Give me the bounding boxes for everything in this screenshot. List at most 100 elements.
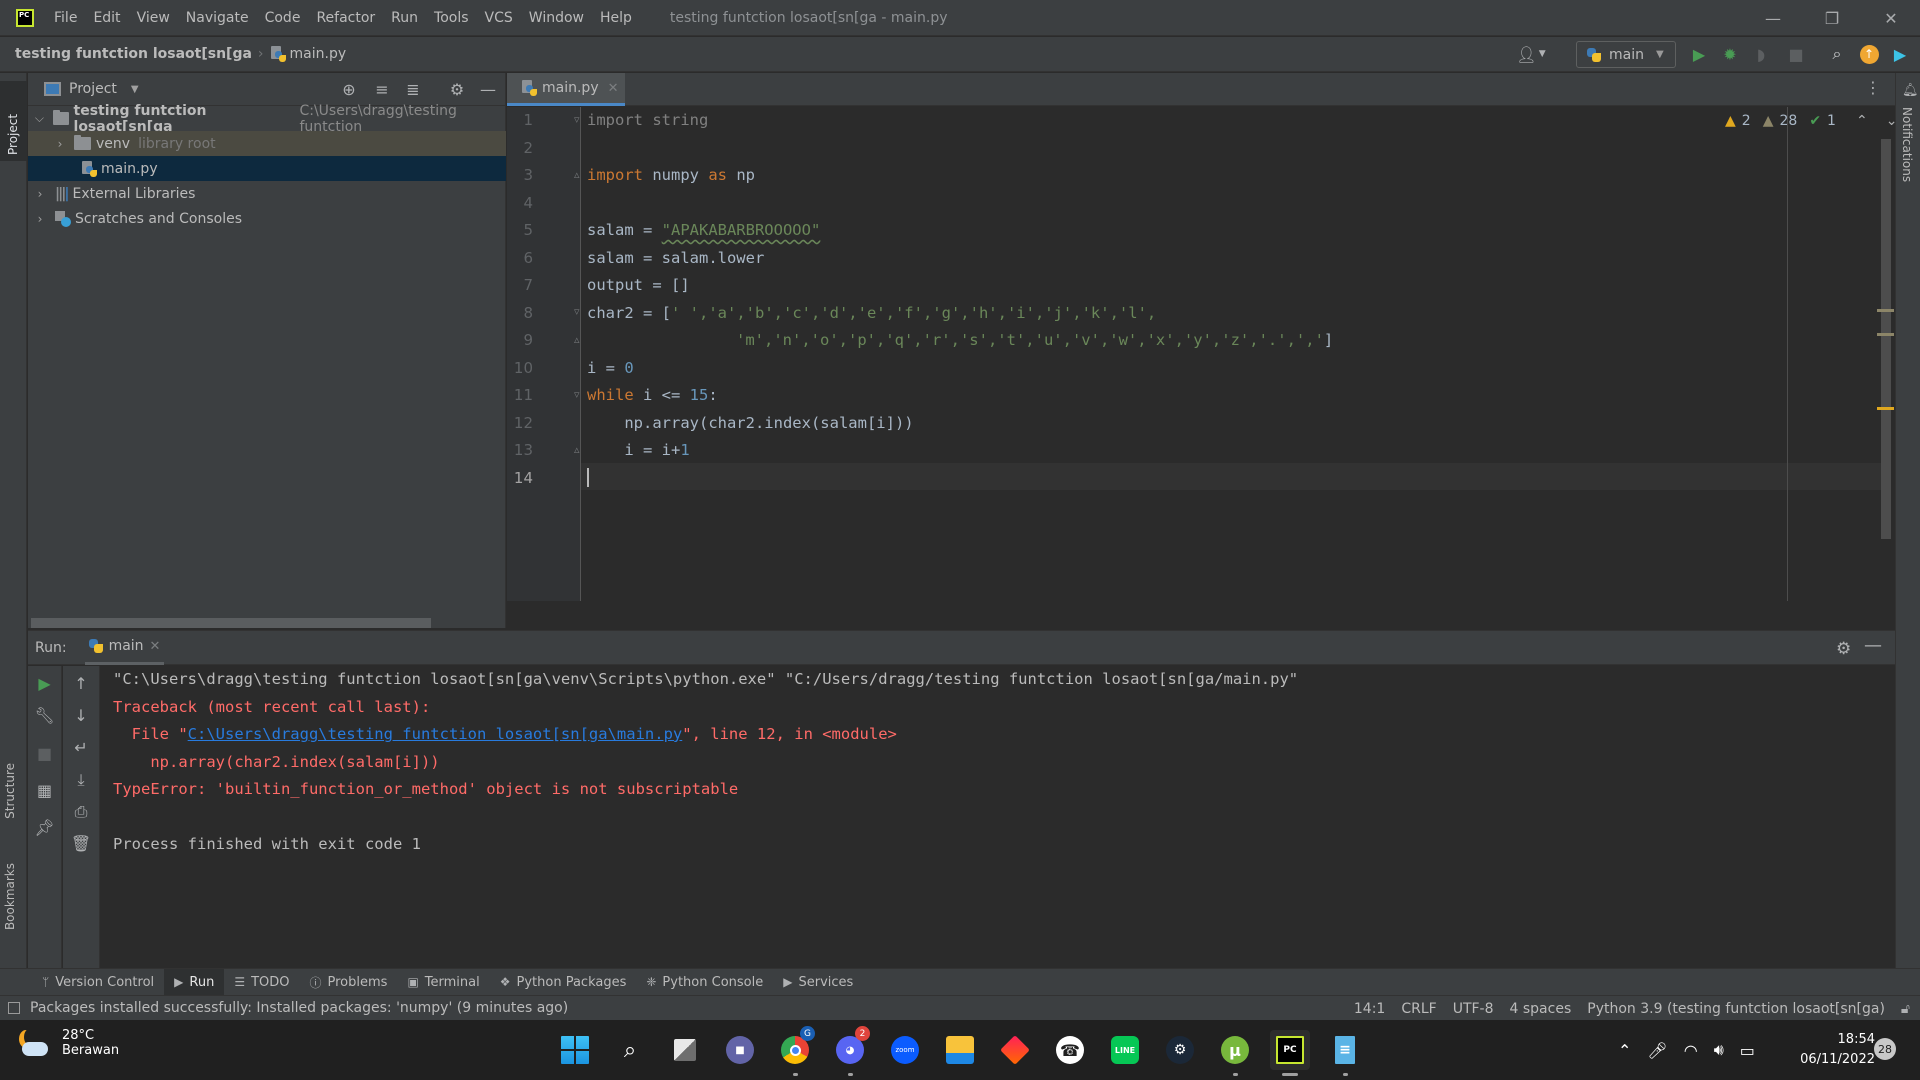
tool-window-todo[interactable]: ☰ TODO [224,969,299,996]
line-separator[interactable]: CRLF [1401,1001,1436,1017]
editor-vertical-scrollbar[interactable] [1881,139,1891,539]
show-hidden-icons-icon[interactable]: ⌃ [1618,1041,1631,1060]
close-tab-icon[interactable]: ✕ [608,81,619,96]
taskbar-chrome[interactable]: G [775,1026,815,1076]
tool-window-run[interactable]: ▶ Run [164,968,225,996]
start-button[interactable] [555,1030,595,1070]
tree-item-project-root[interactable]: ⌵ testing funtction losaot[sn[ga C:\User… [28,103,506,135]
tool-window-structure-tab[interactable]: Structure [3,763,17,819]
arrow-down-icon[interactable]: ↓ [63,706,99,725]
tool-window-version-control[interactable]: ᛘ Version Control [32,969,164,996]
breadcrumb-project[interactable]: testing funtction losaot[sn[ga [15,46,252,62]
bell-icon[interactable]: 🔔︎ [1902,83,1919,98]
tool-window-terminal[interactable]: ▣ Terminal [397,969,489,996]
breadcrumb-file[interactable]: main.py [290,46,347,62]
close-window-button[interactable]: ✕ [1862,0,1920,36]
taskbar-app-diamond[interactable] [995,1030,1035,1070]
menu-edit[interactable]: Edit [93,10,120,26]
project-view-selector[interactable]: Project [69,81,117,97]
chevron-down-icon[interactable]: ▼ [131,84,139,95]
more-options-icon[interactable]: ⋮ [1865,78,1881,97]
wifi-icon[interactable]: ◠ [1684,1041,1698,1060]
tree-item-venv[interactable]: › venv library root [28,131,506,156]
menu-run[interactable]: Run [391,10,418,26]
menu-tools[interactable]: Tools [434,10,469,26]
arrow-up-icon[interactable]: ↑ [63,674,99,693]
taskbar-teams-chat[interactable]: ■ [720,1030,760,1070]
expand-all-icon[interactable]: ≡ [372,80,392,100]
lock-icon[interactable]: 🔓︎ [1901,1001,1910,1017]
run-configuration-selector[interactable]: main ▼ [1576,41,1676,68]
taskbar-line[interactable]: LINE [1105,1030,1145,1070]
collapse-all-icon[interactable]: ≣ [403,80,423,100]
menu-refactor[interactable]: Refactor [316,10,375,26]
restore-layout-icon[interactable]: ▦ [28,781,61,800]
run-button[interactable]: ▶ [1688,43,1710,65]
inspection-widget[interactable]: ▲ 2 ▲ 28 ✔ 1 ⌃ ⌄ [1725,113,1897,129]
taskbar-pycharm[interactable]: PC [1270,1030,1310,1076]
menu-help[interactable]: Help [600,10,632,26]
chevron-down-icon[interactable]: ⌵ [33,111,46,126]
tool-window-services[interactable]: ▶ Services [773,969,863,996]
search-everywhere-button[interactable]: ⌕ [1826,43,1848,65]
hide-panel-icon[interactable]: — [478,80,498,100]
tool-window-notifications-tab[interactable]: Notifications [1900,107,1914,182]
run-tab-main[interactable]: main ✕ [84,630,165,665]
restore-button[interactable]: ❐ [1803,0,1861,36]
select-opened-file-icon[interactable]: ⊕ [339,80,359,100]
menu-code[interactable]: Code [265,10,301,26]
caret-position[interactable]: 14:1 [1354,1001,1385,1017]
scroll-to-end-icon[interactable]: ⤓ [63,770,99,790]
weather-widget[interactable]: 28°C Berawan [20,1028,119,1058]
menu-file[interactable]: File [54,10,77,26]
tree-item-scratches[interactable]: › Scratches and Consoles [28,206,506,231]
taskbar-search[interactable]: ⌕ [610,1030,650,1070]
menu-window[interactable]: Window [529,10,584,26]
toggle-tool-windows-icon[interactable] [8,1002,20,1014]
project-horizontal-scrollbar[interactable] [31,618,431,628]
python-interpreter[interactable]: Python 3.9 (testing funtction losaot[sn[… [1587,1001,1885,1017]
console-file-link[interactable]: C:\Users\dragg\testing funtction losaot[… [188,725,683,743]
editor-gutter[interactable]: 1 2 3 4 5 6 7 8 9 10 11 12 13 14 ▿ ▵ ▿ ▵… [507,107,581,601]
pin-icon[interactable]: 📌︎ [28,818,61,837]
stop-icon[interactable]: ■ [28,744,61,763]
account-icon[interactable]: 👤︎ ▼ [1516,43,1545,65]
soft-wrap-icon[interactable]: ↵ [63,738,99,757]
close-tab-icon[interactable]: ✕ [150,639,161,654]
battery-icon[interactable]: ▭ [1740,1041,1755,1060]
error-stripe-mark[interactable] [1877,407,1894,410]
run-with-coverage-button[interactable]: ◗ [1750,43,1772,65]
clock[interactable]: 18:54 06/11/2022 [1795,1030,1875,1070]
chevron-right-icon[interactable]: › [33,187,47,201]
code-editor[interactable]: 1 2 3 4 5 6 7 8 9 10 11 12 13 14 ▿ ▵ ▿ ▵… [507,107,1897,627]
trash-icon[interactable]: 🗑︎ [63,834,99,853]
status-message[interactable]: Packages installed successfully: Install… [8,1000,568,1016]
tool-window-python-packages[interactable]: ❖ Python Packages [490,969,637,996]
menu-view[interactable]: View [137,10,170,26]
gear-icon[interactable]: ⚙ [447,80,467,100]
fold-end-icon[interactable]: ▵ [574,333,580,346]
edit-configuration-icon[interactable]: 🔧︎ [28,706,61,725]
menu-navigate[interactable]: Navigate [186,10,249,26]
jetbrains-toolbox-icon[interactable]: ▶ [1889,43,1911,65]
taskbar-utorrent[interactable]: µ [1215,1030,1255,1076]
file-encoding[interactable]: UTF-8 [1453,1001,1494,1017]
chevron-right-icon[interactable]: › [53,137,67,151]
taskbar-notepad[interactable]: ≡ [1325,1030,1365,1076]
error-stripe-mark[interactable] [1877,333,1894,336]
taskbar-steam[interactable]: ⚙ [1160,1030,1200,1070]
tree-item-external-libraries[interactable]: › |||| External Libraries [28,181,506,206]
taskbar-zoom[interactable]: zoom [885,1030,925,1070]
stop-button[interactable]: ■ [1785,43,1807,65]
chevron-right-icon[interactable]: › [33,212,47,226]
tool-window-project-tab[interactable]: Project [0,81,27,161]
tool-window-bookmarks-tab[interactable]: Bookmarks [3,863,17,930]
fold-end-icon[interactable]: ▵ [574,168,580,181]
next-highlight-icon[interactable]: ⌄ [1886,113,1898,129]
taskbar-task-view[interactable] [665,1030,705,1070]
previous-highlight-icon[interactable]: ⌃ [1856,113,1868,129]
debug-button[interactable]: ✹ [1719,43,1741,65]
tool-window-python-console[interactable]: ❈ Python Console [636,969,773,996]
taskbar-discord[interactable]: ◕ 2 [830,1026,870,1076]
tool-window-problems[interactable]: ⓘ Problems [300,969,398,996]
